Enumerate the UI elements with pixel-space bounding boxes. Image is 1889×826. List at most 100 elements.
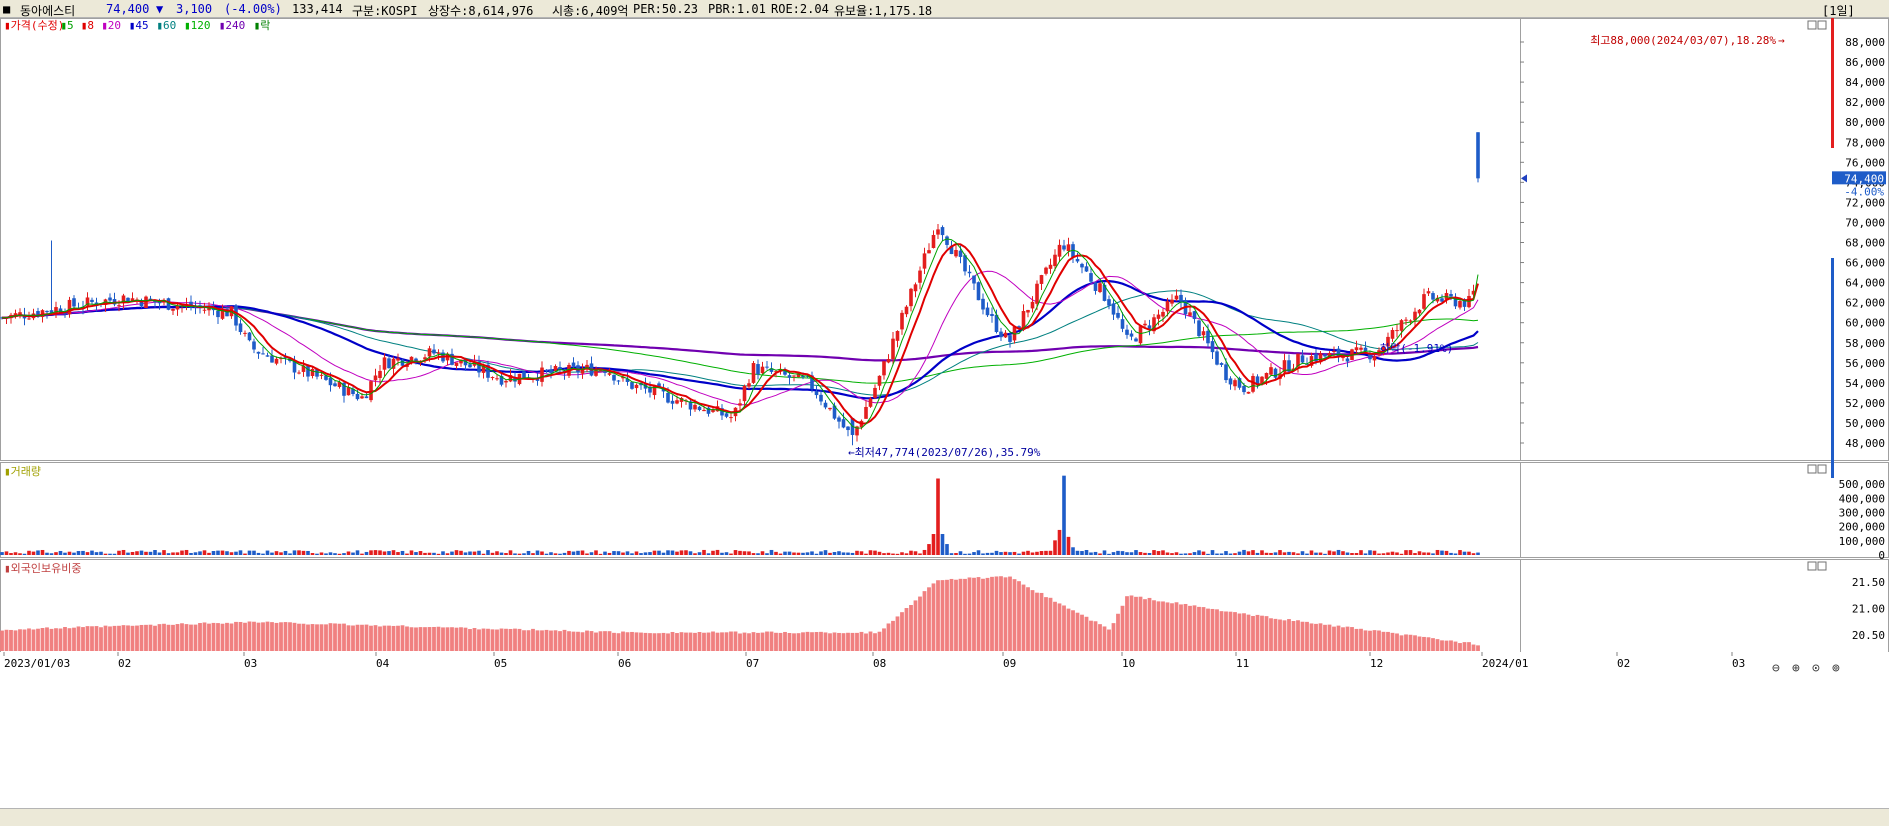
volume-bar xyxy=(373,550,378,555)
price-candle xyxy=(72,298,76,307)
price-candle xyxy=(396,358,400,361)
volume-bar xyxy=(495,551,499,555)
foreign-bar xyxy=(918,596,922,651)
volume-bar xyxy=(783,551,787,555)
foreign-bar xyxy=(967,577,972,651)
price-candle xyxy=(846,426,850,431)
period-button[interactable]: [1일] xyxy=(1822,2,1855,17)
legend-extra: ▮락 xyxy=(254,19,271,32)
foreign-bar xyxy=(441,627,445,651)
price-candle xyxy=(373,375,378,381)
foreign-bar xyxy=(544,629,549,651)
price-candle xyxy=(1030,301,1035,309)
foreign-bar xyxy=(643,632,648,651)
price-candle xyxy=(1165,301,1170,312)
foreign-bar xyxy=(1021,584,1026,651)
foreign-bar xyxy=(1476,645,1480,651)
volume-bar xyxy=(724,552,729,555)
foreign-bar xyxy=(355,624,360,651)
foreign-bar xyxy=(135,625,139,651)
foreign-bar xyxy=(337,623,342,651)
volume-bar xyxy=(873,550,877,555)
horizontal-scrollbar[interactable] xyxy=(0,808,1889,826)
price-candle xyxy=(571,362,576,367)
foreign-bar xyxy=(225,622,229,651)
price-candle xyxy=(760,366,765,374)
volume-bar xyxy=(765,553,769,555)
foreign-bar xyxy=(1228,611,1233,651)
foreign-bar xyxy=(54,628,58,651)
foreign-bar xyxy=(18,629,22,651)
price-candle xyxy=(1053,254,1057,267)
price-candle xyxy=(891,338,895,360)
price-candle xyxy=(310,368,315,376)
x-axis-label: 07 xyxy=(746,657,759,670)
price-axis-label: 56,000 xyxy=(1845,357,1885,370)
volume-bar xyxy=(684,550,688,555)
foreign-bar xyxy=(1305,621,1309,651)
volume-bar xyxy=(310,553,315,555)
legend-price: ▮가격(수정) xyxy=(4,19,64,32)
foreign-bar xyxy=(1084,616,1089,651)
price-candle xyxy=(108,297,112,301)
price-candle xyxy=(742,385,747,402)
price-candle xyxy=(1048,264,1053,269)
panel-icon[interactable]: ■ xyxy=(3,2,10,16)
price-candle xyxy=(940,227,945,236)
price-candle xyxy=(1431,293,1435,300)
low-annotation: ←최저47,774(2023/07/26),35.79% xyxy=(848,446,1041,459)
price-candle xyxy=(553,366,558,371)
market-label: 구분:KOSPI xyxy=(352,4,418,18)
volume-bar xyxy=(612,551,616,555)
foreign-bar xyxy=(382,625,387,651)
price-axis-label: 58,000 xyxy=(1845,337,1885,350)
foreign-bar xyxy=(144,624,148,651)
foreign-bar xyxy=(1359,628,1363,651)
volume-bar xyxy=(1206,553,1210,555)
price-candle xyxy=(387,358,391,369)
price-candle xyxy=(603,371,607,373)
foreign-bar xyxy=(927,587,931,651)
price-candle xyxy=(1210,341,1215,353)
volume-bar xyxy=(1467,551,1471,555)
foreign-bar xyxy=(1111,623,1116,651)
volume-bar xyxy=(234,551,238,555)
price-candle xyxy=(256,351,261,354)
volume-bar xyxy=(859,551,864,555)
volume-legend: ▮거래량 xyxy=(4,465,41,478)
chart-area[interactable]: 48,000 50,000 52,000 54,000 56,000 58,000 60,0… xyxy=(0,18,1889,808)
foreign-bar xyxy=(1161,601,1165,651)
volume-bar xyxy=(544,553,549,555)
volume-bar xyxy=(594,550,598,555)
volume-bar xyxy=(1183,553,1188,555)
price-candle xyxy=(1417,309,1422,314)
volume-bar xyxy=(297,550,301,555)
volume-bar xyxy=(211,551,216,555)
foreign-bar xyxy=(229,623,234,651)
volume-bar xyxy=(990,552,994,555)
price-candle xyxy=(319,374,324,376)
price-panel-maximize-icon xyxy=(1807,20,1817,30)
price-candle xyxy=(630,382,634,389)
foreign-bar xyxy=(657,633,661,651)
foreign-bar xyxy=(1467,642,1471,651)
price-candle xyxy=(306,365,310,377)
stock-name[interactable]: 동아에스티 xyxy=(20,2,75,17)
foreign-bar xyxy=(49,628,54,651)
volume-axis-label: 0 xyxy=(1878,549,1885,562)
volume-bar xyxy=(688,551,693,555)
volume-bar xyxy=(1210,550,1215,555)
foreign-bar xyxy=(414,627,418,651)
foreign-bar xyxy=(364,624,369,651)
volume-bar xyxy=(1458,550,1462,555)
volume-bar xyxy=(396,552,400,555)
foreign-bar xyxy=(589,631,594,651)
price-candle xyxy=(1345,358,1350,362)
price-axis-label: 50,000 xyxy=(1845,417,1885,430)
price-candle xyxy=(360,396,364,399)
foreign-bar xyxy=(693,632,697,651)
volume-bar xyxy=(1314,552,1318,555)
price-candle xyxy=(1215,351,1219,365)
volume-bar xyxy=(976,550,981,555)
volume-bar xyxy=(1435,549,1440,555)
